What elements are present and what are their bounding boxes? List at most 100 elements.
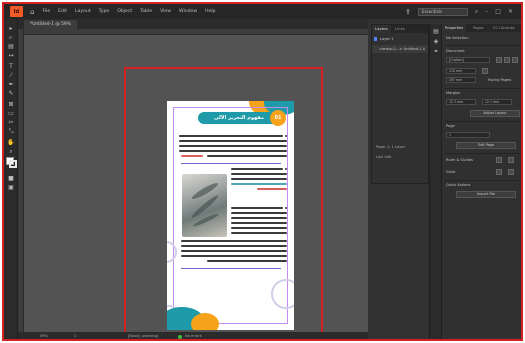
height-field[interactable]: 297 mm	[446, 77, 476, 83]
ruler-guides-label: Ruler & Guides	[446, 158, 473, 162]
minimize-icon[interactable]: –	[485, 8, 488, 15]
document-grid-icon[interactable]	[508, 169, 514, 175]
guides-icon[interactable]	[508, 157, 514, 163]
maximize-icon[interactable]: □	[495, 8, 501, 15]
preflight-status-icon	[178, 335, 182, 339]
separator	[445, 121, 521, 122]
separator	[445, 45, 521, 46]
pencil-tool-icon[interactable]: ✎	[7, 90, 15, 98]
tab-layers[interactable]: Layers	[372, 25, 391, 33]
menu-help[interactable]: Help	[205, 9, 215, 14]
links-panel-icon[interactable]: ⚭	[432, 48, 440, 56]
type-tool-icon[interactable]: T	[7, 63, 15, 71]
document-page[interactable]: مفهوم التحرير الآلي 01	[167, 101, 294, 330]
scissors-tool-icon[interactable]: ✂	[7, 119, 15, 127]
home-icon[interactable]: ⌂	[30, 8, 34, 16]
gap-tool-icon[interactable]: ↔	[7, 52, 15, 60]
separator	[445, 153, 521, 154]
text-line	[207, 260, 287, 262]
rectangle-frame-tool-icon[interactable]: ⊠	[7, 101, 15, 109]
page-number-field[interactable]: 1	[74, 332, 76, 339]
tab-properties[interactable]: Properties	[442, 24, 467, 32]
portrait-icon[interactable]	[496, 57, 502, 63]
link-info-label: Link Info	[376, 155, 392, 159]
tab-cc-libraries[interactable]: CC Libraries	[490, 24, 518, 32]
line-tool-icon[interactable]: ⁄	[7, 72, 15, 80]
grids-label: Grids	[446, 170, 456, 174]
apply-color-icon[interactable]: ■	[7, 175, 15, 183]
vertical-ruler[interactable]	[18, 29, 24, 332]
baseline-grid-icon[interactable]	[496, 169, 502, 175]
layer-item-row[interactable]: <imsixi-1...> Untitled-1-0	[372, 45, 428, 53]
hand-tool-icon[interactable]: ✋	[7, 139, 15, 147]
width-field[interactable]: 210 mm	[446, 68, 476, 74]
page-title: مفهوم التحرير الآلي	[198, 112, 280, 124]
menu-type[interactable]: Type	[99, 9, 110, 14]
share-icon[interactable]: ⇪	[405, 8, 411, 16]
section-number-badge: 01	[270, 110, 286, 126]
tab-links[interactable]: Links	[392, 25, 408, 33]
separator	[445, 88, 521, 89]
preset-select[interactable]: [Custom]	[446, 57, 490, 63]
panel-footer-info: Page: 1, 1 Layer	[376, 145, 406, 149]
bullet	[285, 135, 287, 137]
divider-line	[181, 268, 281, 269]
menu-layout[interactable]: Layout	[75, 9, 91, 14]
text-line	[231, 168, 283, 170]
search-icon[interactable]: ⌕	[475, 8, 478, 16]
workspace-select[interactable]: Essentials	[417, 7, 468, 16]
close-icon[interactable]: ✕	[508, 8, 513, 15]
pages-count-field[interactable]	[482, 68, 488, 74]
menu-view[interactable]: View	[160, 9, 171, 14]
herb-photo[interactable]	[182, 174, 227, 237]
edit-page-button[interactable]: Edit Page	[456, 142, 516, 149]
margin-top-field[interactable]: 12.7 mm	[446, 99, 476, 105]
text-line	[181, 255, 287, 257]
binding-icon[interactable]	[512, 57, 518, 63]
text-line	[181, 245, 287, 247]
screen-mode-icon[interactable]: ▣	[7, 184, 15, 192]
text-line	[179, 140, 287, 142]
menu-file[interactable]: File	[42, 9, 50, 14]
tools-panel: ▸ ▹ ▤ ↔ T ⁄ ✒ ✎ ⊠ ▭ ✂ ⤡ ✋ ⌕ ■ ▣	[4, 19, 18, 339]
layer-item-name: <imsixi-1...> Untitled-1-0	[379, 47, 426, 51]
adjust-layout-button[interactable]: Adjust Layout	[470, 110, 520, 117]
decor-circle	[271, 279, 294, 309]
pages-panel-icon[interactable]: ▤	[432, 28, 440, 36]
layers-panel-icon[interactable]: ◈	[432, 38, 440, 46]
rectangle-tool-icon[interactable]: ▭	[7, 110, 15, 118]
text-line	[231, 222, 287, 224]
direct-selection-tool-icon[interactable]: ▹	[7, 34, 15, 42]
menu-window[interactable]: Window	[179, 9, 197, 14]
separator	[445, 180, 521, 181]
text-line	[231, 178, 287, 180]
panel-icon-strip: ▤ ◈ ⚭	[429, 24, 441, 339]
zoom-level[interactable]: 59%	[40, 332, 48, 339]
layer-row[interactable]: Layer 1	[372, 35, 428, 43]
margin-bottom-field[interactable]: 12.7 mm	[482, 99, 512, 105]
stroke-swatch[interactable]	[9, 160, 17, 168]
horizontal-ruler[interactable]	[18, 29, 368, 35]
preflight-profile[interactable]: [Basic] (working)	[128, 332, 159, 339]
text-line	[231, 212, 287, 214]
free-transform-tool-icon[interactable]: ⤡	[7, 128, 15, 136]
pen-tool-icon[interactable]: ✒	[7, 81, 15, 89]
document-tab[interactable]: *Untitled-1 @ 59%	[24, 20, 77, 29]
ruler-icon[interactable]	[496, 157, 502, 163]
page-select[interactable]: 1	[446, 132, 490, 138]
landscape-icon[interactable]	[504, 57, 510, 63]
tab-pages[interactable]: Pages	[470, 24, 487, 32]
menu-object[interactable]: Object	[117, 9, 132, 14]
import-file-button[interactable]: Import File	[456, 191, 516, 198]
selection-tool-icon[interactable]: ▸	[7, 25, 15, 33]
properties-panel: Properties Pages CC Libraries No Selecti…	[441, 24, 521, 339]
page-tool-icon[interactable]: ▤	[7, 43, 15, 51]
margins-label: Margins	[446, 91, 461, 95]
zoom-tool-icon[interactable]: ⌕	[7, 148, 15, 156]
menu-table[interactable]: Table	[140, 9, 152, 14]
facing-pages-checkbox[interactable]: Facing Pages	[488, 78, 511, 82]
text-line	[181, 240, 287, 242]
text-line	[181, 250, 287, 252]
quick-actions-label: Quick Actions	[446, 183, 471, 187]
menu-edit[interactable]: Edit	[58, 9, 67, 14]
